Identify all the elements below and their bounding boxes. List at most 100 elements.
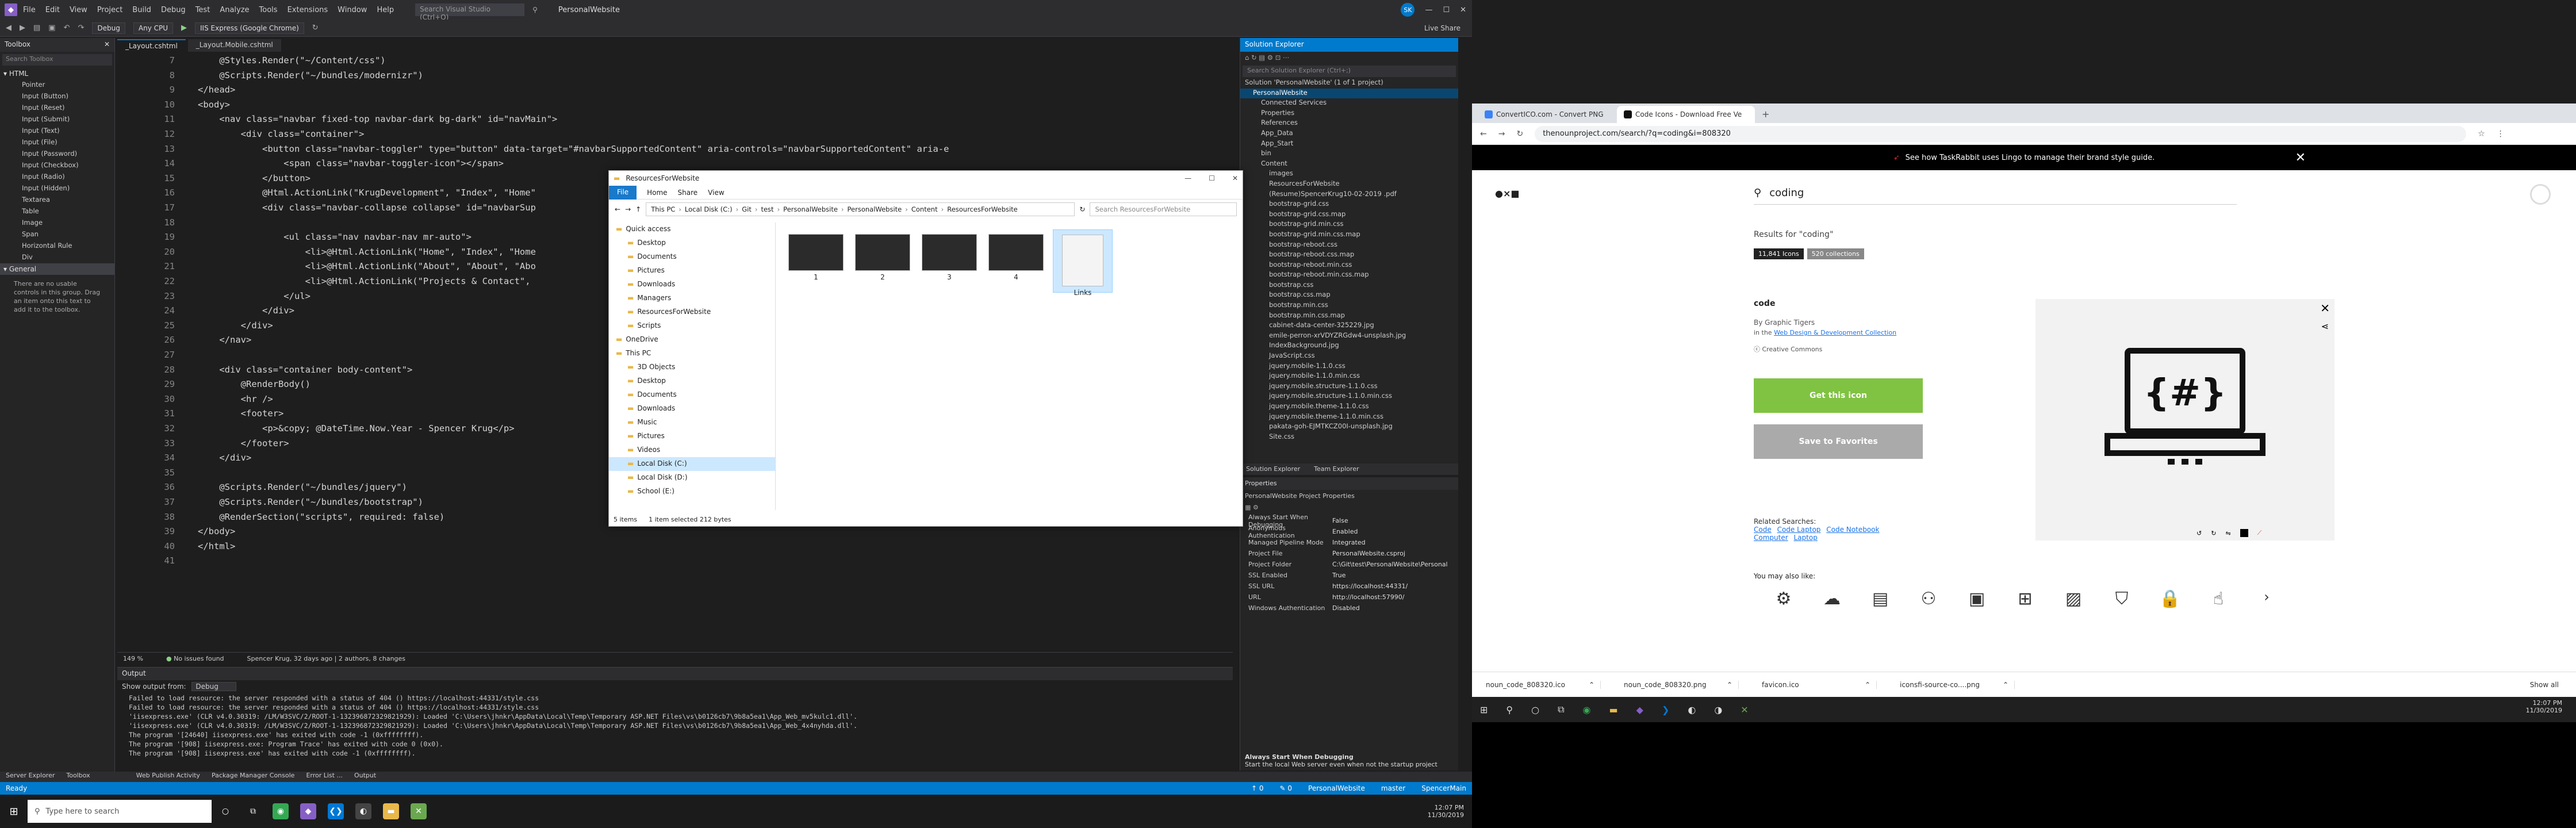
new-file-icon[interactable]: ▤ xyxy=(33,24,40,32)
code-line[interactable]: <li>@Html.ActionLink("Projects & Contact… xyxy=(198,276,531,286)
toolbox-item[interactable]: Input (Reset) xyxy=(0,102,114,114)
nav-item[interactable]: ▬ 3D Objects xyxy=(609,361,775,374)
chrome-icon[interactable]: ◉ xyxy=(1583,704,1591,715)
address-bar[interactable]: thenounproject.com/search/?q=coding&i=80… xyxy=(1535,125,2467,142)
code-line[interactable]: <button class="navbar-toggler" type="but… xyxy=(198,144,949,154)
refresh-icon[interactable]: ↻ xyxy=(312,24,319,32)
rotate-right-icon[interactable]: ↻ xyxy=(2211,530,2216,537)
toolbox-item[interactable]: Input (Checkbox) xyxy=(0,160,114,171)
nav-item[interactable]: ▬ ResourcesForWebsite xyxy=(609,305,775,319)
hand-icon[interactable]: ☝ xyxy=(2206,589,2231,614)
menu-item-build[interactable]: Build xyxy=(132,6,151,14)
document-icon[interactable]: ▤ xyxy=(1868,589,1893,614)
solution-node[interactable]: References xyxy=(1240,118,1458,129)
tab-layout-mobile[interactable]: _Layout.Mobile.cshtml xyxy=(187,39,281,52)
tab-output[interactable]: Output xyxy=(354,772,376,782)
config-select[interactable]: Debug xyxy=(92,22,125,34)
nav-item[interactable]: ▬ Videos xyxy=(609,443,775,457)
toolbox-item[interactable]: Span xyxy=(0,229,114,240)
icons-count-badge[interactable]: 11,841 Icons xyxy=(1754,248,1804,259)
path-segment[interactable]: PersonalWebsite xyxy=(848,205,902,213)
solution-node[interactable]: bootstrap-reboot.min.css.map xyxy=(1240,270,1458,281)
nav-item[interactable]: ▬ Documents xyxy=(609,250,775,264)
solution-node[interactable]: bootstrap-grid.min.css.map xyxy=(1240,230,1458,240)
solution-node[interactable]: jquery.mobile-1.1.0.min.css xyxy=(1240,371,1458,382)
menu-item-debug[interactable]: Debug xyxy=(161,6,186,14)
flip-icon[interactable]: ⇋ xyxy=(2225,530,2230,537)
toolbox-item[interactable]: Input (Radio) xyxy=(0,171,114,183)
tab-toolbox[interactable]: Toolbox xyxy=(66,772,90,782)
app-green-icon[interactable]: ✕ xyxy=(1741,704,1748,715)
get-icon-button[interactable]: Get this icon xyxy=(1754,378,1923,413)
solution-node[interactable]: App_Data xyxy=(1240,129,1458,139)
vscode-icon[interactable]: ❯ xyxy=(1662,704,1669,715)
property-row[interactable]: URL http://localhost:57990/ xyxy=(1240,592,1458,603)
pin-icon[interactable]: ✕ xyxy=(104,40,110,49)
toolbox-item[interactable]: Div xyxy=(0,252,114,263)
solution-node[interactable]: bootstrap.min.css.map xyxy=(1240,311,1458,321)
nav-item[interactable]: ▬ Downloads xyxy=(609,402,775,416)
nav-item[interactable]: ▬ Managers xyxy=(609,292,775,305)
toolbox-item[interactable]: Pointer xyxy=(0,79,114,91)
taskbar-clock[interactable]: 12:07 PM 11/30/2019 xyxy=(1428,804,1464,819)
solution-node[interactable]: bootstrap.css.map xyxy=(1240,290,1458,301)
back-icon[interactable]: ◀ xyxy=(6,24,12,32)
redo-icon[interactable]: ↷ xyxy=(78,24,85,32)
collections-count-badge[interactable]: 520 collections xyxy=(1807,248,1864,259)
path-segment[interactable]: test xyxy=(761,205,773,213)
bookmark-star-icon[interactable]: ☆ xyxy=(2478,129,2485,139)
menu-item-test[interactable]: Test xyxy=(195,6,210,14)
tab-server-explorer[interactable]: Server Explorer xyxy=(6,772,55,782)
profile-avatar[interactable] xyxy=(2530,184,2551,205)
related-link[interactable]: Code Laptop xyxy=(1777,526,1821,534)
solution-node[interactable]: Content xyxy=(1240,159,1458,170)
file-item[interactable]: Links xyxy=(1053,229,1113,297)
refresh-icon[interactable]: ↻ xyxy=(1079,205,1085,213)
toolbox-group-general[interactable]: ▾ General xyxy=(0,263,114,275)
toolbox-item[interactable]: Input (Hidden) xyxy=(0,183,114,194)
solution-node[interactable]: IndexBackground.jpg xyxy=(1240,341,1458,351)
toolbox-search-input[interactable]: Search Toolbox xyxy=(2,54,112,66)
download-item[interactable]: noun_code_808320.ico ⌃ xyxy=(1480,680,1601,689)
solution-node[interactable]: Connected Services xyxy=(1240,98,1458,109)
status-changes[interactable]: ✎ 0 xyxy=(1280,784,1293,792)
solution-node[interactable]: pakata-goh-EJMTKCZ00I-unsplash.jpg xyxy=(1240,422,1458,432)
nav-item[interactable]: ▬ Pictures xyxy=(609,430,775,443)
app-icon[interactable]: ◐ xyxy=(355,803,371,819)
nav-item[interactable]: ▬ Desktop xyxy=(609,236,775,250)
property-row[interactable]: Project Folder C:\Git\test\PersonalWebsit… xyxy=(1240,559,1458,570)
solution-node[interactable]: bootstrap-reboot.css.map xyxy=(1240,250,1458,260)
run-target-button[interactable]: IIS Express (Google Chrome) xyxy=(195,22,304,34)
noun-project-logo-icon[interactable]: ●×■ xyxy=(1495,188,1519,199)
code-line[interactable]: @Scripts.Render("~/bundles/jquery") xyxy=(198,482,407,492)
nav-item[interactable]: ▬ Pictures xyxy=(609,264,775,278)
code-line[interactable]: <hr /> xyxy=(198,394,273,404)
no-color-icon[interactable]: ⟋ xyxy=(2257,529,2262,537)
reload-icon[interactable]: ↻ xyxy=(1516,129,1523,139)
code-line[interactable]: </div> xyxy=(198,305,294,316)
solution-node[interactable]: jquery.mobile.structure-1.1.0.css xyxy=(1240,382,1458,392)
vscode-icon[interactable]: ❮❯ xyxy=(328,803,344,819)
nav-item[interactable]: ▬ Local Disk (C:) xyxy=(609,457,775,471)
taskbar-clock[interactable]: 12:07 PM 11/30/2019 xyxy=(2526,699,2562,714)
solution-node[interactable]: (Resume)SpencerKrug10-02-2019 .pdf xyxy=(1240,190,1458,200)
status-user[interactable]: SpencerMain xyxy=(1421,784,1466,792)
solution-node[interactable]: ResourcesForWebsite xyxy=(1240,179,1458,190)
property-row[interactable]: SSL URL https://localhost:44331/ xyxy=(1240,581,1458,592)
nav-item[interactable]: ▬ Desktop xyxy=(609,374,775,388)
forward-icon[interactable]: → xyxy=(1498,129,1505,139)
share-icon[interactable]: ⋖ xyxy=(2321,321,2329,332)
solution-node[interactable]: bootstrap-grid.css xyxy=(1240,200,1458,210)
solution-node[interactable]: images xyxy=(1240,169,1458,179)
path-segment[interactable]: PersonalWebsite xyxy=(783,205,838,213)
path-segment[interactable]: This PC xyxy=(651,205,675,213)
property-row[interactable]: SSL Enabled True xyxy=(1240,570,1458,581)
code-line[interactable]: </nav> xyxy=(198,335,251,345)
menu-item-analyze[interactable]: Analyze xyxy=(220,6,249,14)
solution-node[interactable]: jquery.mobile-1.1.0.css xyxy=(1240,362,1458,372)
toolbox-item[interactable]: Input (Submit) xyxy=(0,114,114,125)
code-line[interactable]: </html> xyxy=(198,541,235,551)
team-icon[interactable]: ⚇ xyxy=(1916,589,1941,614)
menu-item-view[interactable]: View xyxy=(70,6,87,14)
solution-node[interactable]: bootstrap-reboot.min.css xyxy=(1240,260,1458,271)
